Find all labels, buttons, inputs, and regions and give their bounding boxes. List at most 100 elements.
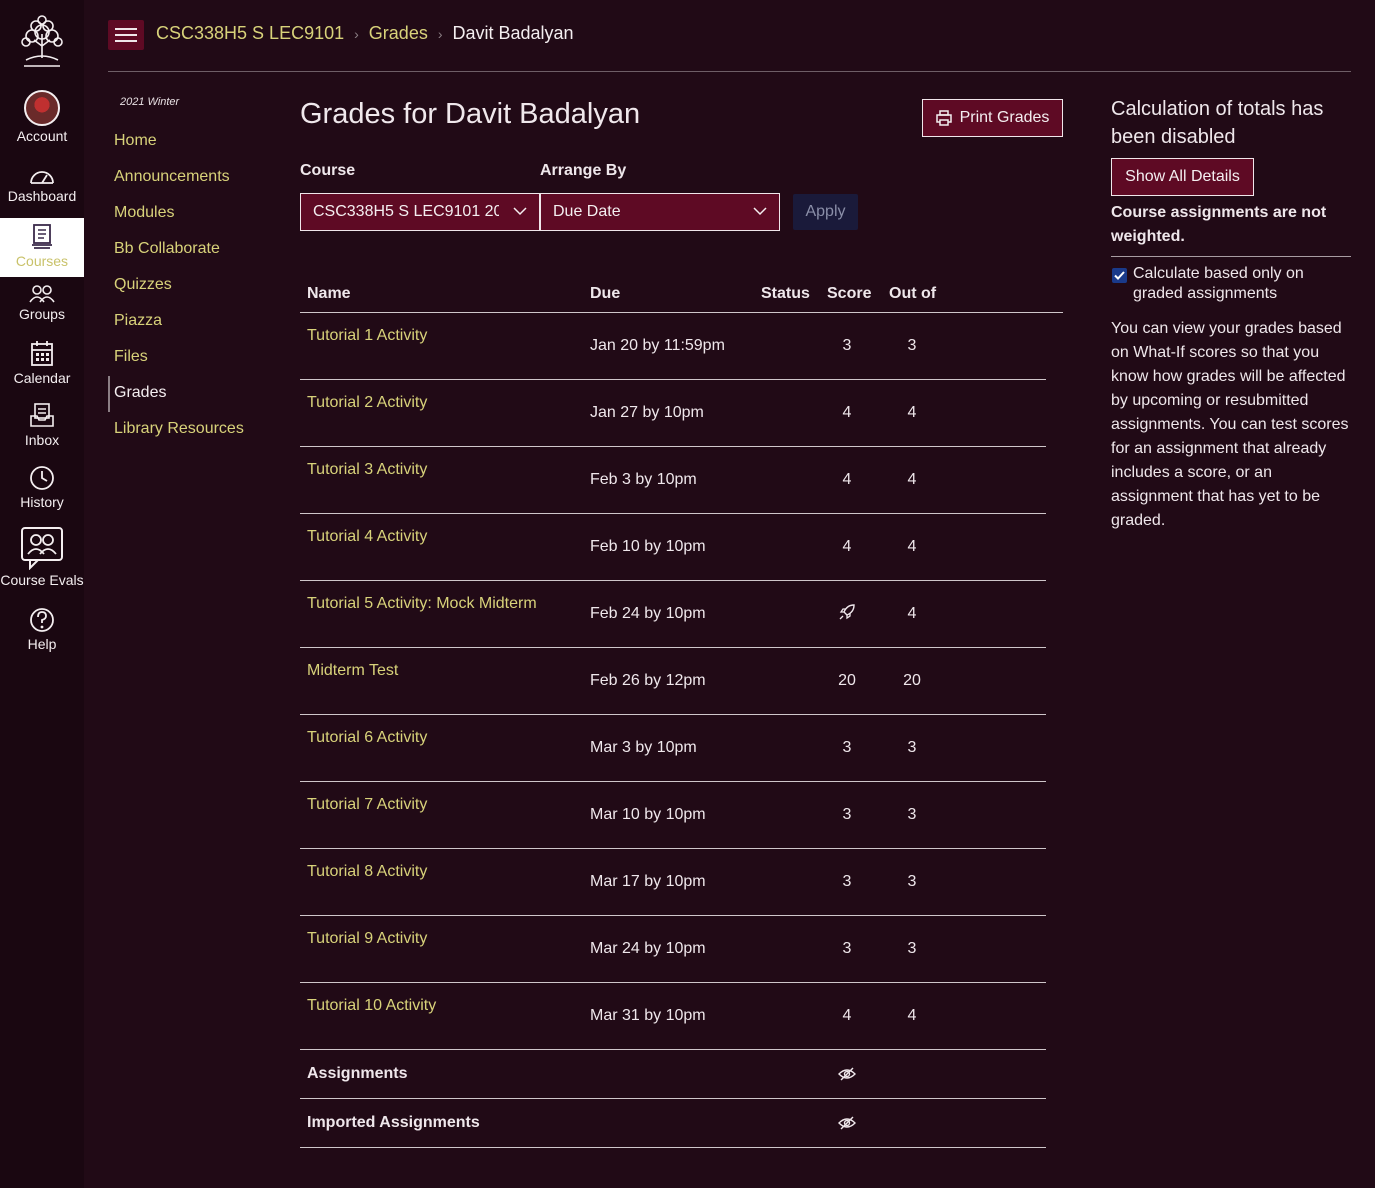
due-date: Mar 3 by 10pm: [590, 739, 697, 756]
out-of: 3: [907, 806, 917, 823]
due-date: Mar 10 by 10pm: [590, 806, 706, 823]
graded-only-label[interactable]: Calculate based only on graded assignmen…: [1133, 264, 1343, 304]
assignment-link[interactable]: Tutorial 9 Activity: [307, 930, 427, 948]
nav-dashboard[interactable]: Dashboard: [0, 166, 84, 204]
assignment-link[interactable]: Tutorial 3 Activity: [307, 461, 427, 479]
score[interactable]: 4: [822, 471, 872, 489]
table-row: Tutorial 9 Activity Mar 24 by 10pm 3 3: [300, 916, 1046, 983]
nav-courses[interactable]: Courses: [0, 218, 84, 277]
university-logo-icon[interactable]: [12, 12, 72, 72]
assignment-link[interactable]: Tutorial 10 Activity: [307, 997, 436, 1015]
nav-help-label: Help: [27, 636, 57, 652]
nav-course-evals-label: Course Evals: [0, 572, 84, 588]
group-total-row: Imported Assignments: [300, 1099, 1046, 1148]
course-evals-icon: [21, 527, 63, 570]
nav-history-label: History: [20, 494, 64, 510]
due-date: Jan 20 by 11:59pm: [590, 337, 725, 354]
assignment-link[interactable]: Tutorial 5 Activity: Mock Midterm: [307, 595, 537, 613]
out-of: 4: [907, 1007, 917, 1024]
nav-course-evals[interactable]: Course Evals: [0, 526, 84, 588]
course-select[interactable]: CSC338H5 S LEC9101 2021: [300, 193, 540, 231]
due-date: Jan 27 by 10pm: [590, 404, 704, 421]
print-grades-label: Print Grades: [959, 109, 1050, 126]
out-of: 4: [907, 471, 917, 488]
nav-account[interactable]: Account: [0, 90, 84, 144]
score[interactable]: 3: [822, 739, 872, 757]
nav-dashboard-label: Dashboard: [7, 188, 77, 204]
page-title: Grades for Davit Badalyan: [300, 98, 641, 130]
arrange-by-select[interactable]: Due Date: [540, 193, 780, 231]
graded-only-checkbox[interactable]: [1112, 268, 1127, 283]
course-nav-home[interactable]: Home: [108, 124, 244, 160]
course-nav-piazza[interactable]: Piazza: [108, 304, 244, 340]
score[interactable]: 20: [822, 672, 872, 690]
score[interactable]: 3: [822, 873, 872, 891]
nav-groups[interactable]: Groups: [0, 284, 84, 322]
assignment-link[interactable]: Tutorial 2 Activity: [307, 394, 427, 412]
course-nav-announcements[interactable]: Announcements: [108, 160, 244, 196]
assignment-link[interactable]: Tutorial 4 Activity: [307, 528, 427, 546]
out-of: 3: [907, 873, 917, 890]
out-of: 4: [907, 605, 917, 622]
chevron-right-icon: ›: [354, 25, 359, 42]
help-icon: [30, 608, 54, 632]
nav-help[interactable]: Help: [0, 606, 84, 652]
score[interactable]: 3: [822, 337, 872, 355]
arrange-by-value: Due Date: [553, 203, 621, 220]
breadcrumb-course[interactable]: CSC338H5 S LEC9101: [156, 23, 344, 44]
group-name: Imported Assignments: [307, 1114, 480, 1131]
chevron-down-icon: [753, 207, 767, 216]
print-grades-button[interactable]: Print Grades: [922, 99, 1063, 137]
table-row: Tutorial 2 Activity Jan 27 by 10pm 4 4: [300, 380, 1046, 447]
nav-calendar[interactable]: Calendar: [0, 340, 84, 386]
what-if-info: You can view your grades based on What-I…: [1111, 320, 1349, 529]
calendar-icon: [31, 341, 53, 366]
nav-account-label: Account: [16, 128, 68, 144]
assignment-link[interactable]: Tutorial 6 Activity: [307, 729, 427, 747]
nav-inbox[interactable]: Inbox: [0, 402, 84, 448]
chevron-right-icon: ›: [437, 25, 443, 42]
breadcrumb: CSC338H5 S LEC9101 › Grades › Davit Bada…: [156, 23, 574, 44]
course-nav-modules[interactable]: Modules: [108, 196, 244, 232]
show-all-details-button[interactable]: Show All Details: [1111, 158, 1254, 196]
course-nav-bb-collaborate[interactable]: Bb Collaborate: [108, 232, 244, 268]
course-nav-quizzes[interactable]: Quizzes: [108, 268, 244, 304]
nav-history[interactable]: History: [0, 464, 84, 510]
course-nav-files[interactable]: Files: [108, 340, 244, 376]
apply-button[interactable]: Apply: [793, 194, 858, 230]
table-row: Tutorial 10 Activity Mar 31 by 10pm 4 4: [300, 983, 1046, 1050]
score[interactable]: 3: [822, 806, 872, 824]
assignment-link[interactable]: Tutorial 8 Activity: [307, 863, 427, 881]
score[interactable]: 4: [822, 1007, 872, 1025]
assignment-link[interactable]: Tutorial 1 Activity: [307, 327, 427, 345]
assignment-link[interactable]: Tutorial 7 Activity: [307, 796, 427, 814]
assignment-link[interactable]: Midterm Test: [307, 662, 398, 680]
nav-courses-label: Courses: [15, 253, 69, 269]
due-date: Feb 10 by 10pm: [590, 538, 706, 555]
course-nav-grades[interactable]: Grades: [108, 376, 244, 412]
table-row: Tutorial 1 Activity Jan 20 by 11:59pm 3 …: [300, 313, 1046, 380]
table-row: Tutorial 4 Activity Feb 10 by 10pm 4 4: [300, 514, 1046, 581]
score[interactable]: 4: [822, 538, 872, 556]
out-of: 4: [907, 404, 917, 421]
due-date: Mar 24 by 10pm: [590, 940, 706, 957]
groups-icon: [29, 285, 55, 303]
chevron-down-icon: [513, 207, 527, 216]
history-icon: [30, 466, 54, 490]
course-select-label: Course: [300, 162, 356, 179]
arrange-by-label: Arrange By: [540, 162, 627, 179]
calc-disabled-notice: Calculation of totals has been disabled: [1111, 98, 1324, 148]
score[interactable]: 3: [822, 940, 872, 958]
out-of: 4: [907, 538, 917, 555]
breadcrumb-current: Davit Badalyan: [452, 23, 574, 43]
inbox-icon: [30, 403, 54, 427]
hidden-eye-icon: [838, 1067, 856, 1081]
courses-icon: [32, 224, 52, 249]
score[interactable]: [822, 603, 872, 626]
hamburger-menu-button[interactable]: [108, 20, 144, 50]
course-select-value: CSC338H5 S LEC9101 2021: [313, 203, 499, 220]
score[interactable]: 4: [822, 404, 872, 422]
course-nav-library-resources[interactable]: Library Resources: [108, 412, 244, 448]
nav-calendar-label: Calendar: [13, 370, 71, 386]
breadcrumb-grades[interactable]: Grades: [369, 23, 428, 44]
